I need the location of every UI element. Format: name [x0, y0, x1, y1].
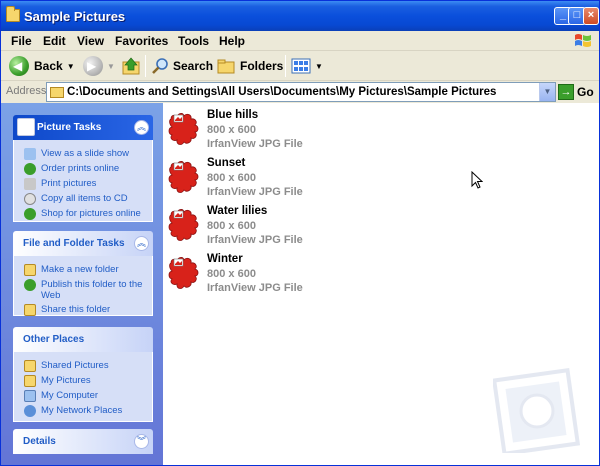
folder-icon [24, 360, 36, 372]
task-copy-to-cd[interactable]: Copy all items to CD [24, 193, 146, 205]
task-share-folder[interactable]: Share this folder [24, 304, 146, 316]
file-folder-tasks-body: Make a new folder Publish this folder to… [13, 256, 153, 316]
place-shared-pictures[interactable]: Shared Pictures [24, 360, 146, 372]
file-view: Blue hills 800 x 600 IrfanView JPG File … [163, 103, 599, 465]
search-icon [152, 58, 168, 74]
file-item[interactable]: Blue hills 800 x 600 IrfanView JPG File [165, 107, 465, 155]
toolbar: ◀ Back ▼ ▶ ▼ Search Folders ▼ [1, 51, 599, 81]
folders-icon [217, 59, 235, 74]
new-folder-icon [24, 264, 36, 276]
forward-button[interactable]: ▶ ▼ [83, 55, 115, 77]
details-header[interactable]: Details ︾ [13, 429, 153, 454]
globe-icon [24, 208, 36, 220]
menu-view[interactable]: View [77, 34, 104, 48]
menu-file[interactable]: File [11, 34, 32, 48]
place-my-computer[interactable]: My Computer [24, 390, 146, 402]
address-label: Address [6, 85, 47, 97]
picture-tasks-icon [17, 118, 35, 136]
globe-icon [24, 163, 36, 175]
menu-help[interactable]: Help [219, 34, 245, 48]
chevron-down-icon: ▼ [66, 61, 75, 71]
folder-watermark-icon [493, 367, 581, 453]
folders-button[interactable]: Folders [217, 55, 283, 77]
file-item[interactable]: Water lilies 800 x 600 IrfanView JPG Fil… [165, 203, 465, 251]
details-panel: Details ︾ [13, 429, 153, 454]
address-path: C:\Documents and Settings\All Users\Docu… [67, 86, 497, 98]
file-folder-tasks-panel: File and Folder Tasks ︽ Make a new folde… [13, 231, 153, 316]
address-bar: Address C:\Documents and Settings\All Us… [1, 81, 599, 103]
address-input[interactable]: C:\Documents and Settings\All Users\Docu… [46, 82, 556, 102]
chevron-down-icon: ▼ [315, 61, 323, 71]
folder-icon [50, 87, 64, 98]
share-folder-icon [24, 304, 36, 316]
picture-tasks-body: View as a slide show Order prints online… [13, 140, 153, 222]
other-places-body: Shared Pictures My Pictures My Computer … [13, 352, 153, 422]
up-folder-button[interactable] [121, 55, 143, 77]
task-view-slideshow[interactable]: View as a slide show [24, 148, 146, 160]
task-shop-pictures[interactable]: Shop for pictures online [24, 208, 146, 220]
file-item[interactable]: Winter 800 x 600 IrfanView JPG File [165, 251, 465, 299]
task-pane: Picture Tasks ︽ View as a slide show Ord… [1, 103, 163, 465]
task-print-pictures[interactable]: Print pictures [24, 178, 146, 190]
folder-icon [24, 375, 36, 387]
window-title: Sample Pictures [24, 9, 126, 24]
menu-tools[interactable]: Tools [178, 34, 209, 48]
task-publish-web[interactable]: Publish this folder to the Web [24, 279, 146, 301]
chevron-down-icon: ▼ [107, 61, 115, 71]
file-folder-tasks-header[interactable]: File and Folder Tasks ︽ [13, 231, 153, 256]
title-bar[interactable]: Sample Pictures _ □ × [1, 1, 599, 31]
place-my-pictures[interactable]: My Pictures [24, 375, 146, 387]
irfanview-file-icon [168, 256, 199, 289]
go-button[interactable]: → Go [558, 82, 594, 102]
picture-tasks-panel: Picture Tasks ︽ View as a slide show Ord… [13, 115, 153, 222]
explorer-window: Sample Pictures _ □ × File Edit View Fav… [0, 0, 600, 466]
network-icon [24, 405, 36, 417]
printer-icon [24, 178, 36, 190]
irfanview-file-icon [168, 208, 199, 241]
back-arrow-icon: ◀ [9, 56, 29, 76]
forward-arrow-icon: ▶ [83, 56, 103, 76]
irfanview-file-icon [168, 112, 199, 145]
file-item[interactable]: Sunset 800 x 600 IrfanView JPG File [165, 155, 465, 203]
expand-icon[interactable]: ︾ [134, 434, 149, 449]
place-my-network[interactable]: My Network Places [24, 405, 146, 417]
views-icon [291, 58, 311, 74]
views-button[interactable]: ▼ [291, 55, 323, 77]
close-button[interactable]: × [583, 7, 599, 25]
irfanview-file-icon [168, 160, 199, 193]
collapse-icon[interactable]: ︽ [134, 120, 149, 135]
task-new-folder[interactable]: Make a new folder [24, 264, 146, 276]
address-dropdown-button[interactable]: ▼ [539, 83, 555, 101]
other-places-header[interactable]: Other Places [13, 327, 153, 352]
back-button[interactable]: ◀ Back ▼ [9, 55, 75, 77]
toolbar-separator [145, 55, 146, 77]
go-arrow-icon: → [558, 84, 574, 100]
windows-logo-icon [575, 34, 591, 47]
task-order-prints[interactable]: Order prints online [24, 163, 146, 175]
slideshow-icon [24, 148, 36, 160]
globe-icon [24, 279, 36, 291]
collapse-icon[interactable]: ︽ [134, 236, 149, 251]
mouse-cursor-icon [471, 171, 483, 189]
picture-tasks-header[interactable]: Picture Tasks ︽ [13, 115, 153, 140]
up-folder-icon [122, 57, 140, 75]
folder-icon [6, 6, 20, 22]
toolbar-separator [285, 55, 286, 77]
other-places-panel: Other Places Shared Pictures My Pictures… [13, 327, 153, 422]
search-button[interactable]: Search [150, 55, 213, 77]
computer-icon [24, 390, 36, 402]
menu-edit[interactable]: Edit [43, 34, 66, 48]
menu-favorites[interactable]: Favorites [115, 34, 168, 48]
cd-icon [24, 193, 36, 205]
menu-bar: File Edit View Favorites Tools Help [1, 31, 599, 51]
